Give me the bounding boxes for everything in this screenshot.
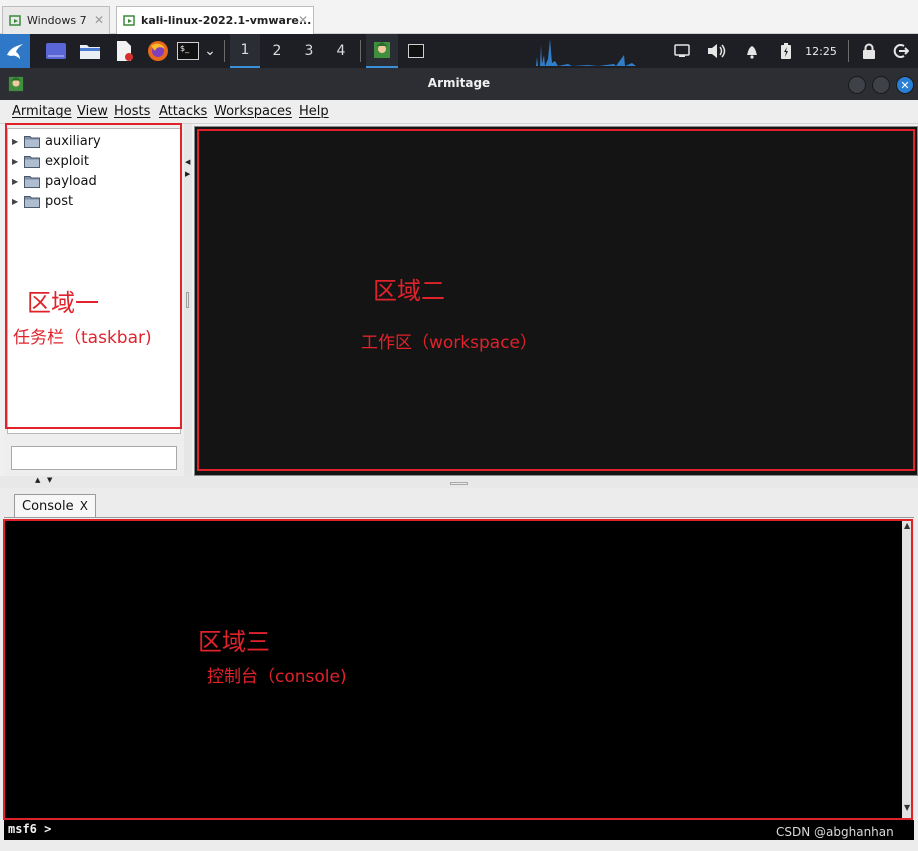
firefox-button[interactable] xyxy=(144,34,172,68)
logout-icon[interactable] xyxy=(890,34,912,68)
volume-icon[interactable] xyxy=(706,34,728,68)
chevron-down-icon[interactable]: ⌄ xyxy=(202,34,218,68)
workspace-4-button[interactable]: 4 xyxy=(326,34,356,68)
region2-subtitle: 工作区（workspace） xyxy=(361,333,538,353)
maximize-button[interactable] xyxy=(872,76,890,94)
taskbar-armitage-button[interactable] xyxy=(366,34,398,68)
region3-title: 区域三 xyxy=(198,628,270,656)
tab-console[interactable]: Console X xyxy=(14,494,96,518)
vm-icon xyxy=(123,14,135,26)
tab-divider xyxy=(4,517,914,518)
close-window-button[interactable]: ✕ xyxy=(896,76,914,94)
lock-screen-icon[interactable] xyxy=(858,34,880,68)
close-icon[interactable]: ✕ xyxy=(298,13,308,27)
panel-separator xyxy=(848,40,849,62)
console-prompt: msf6 > xyxy=(8,822,52,836)
region3-outline xyxy=(3,519,913,820)
screenshot-root: { "vmware": { "tabs": [ {"label": "Windo… xyxy=(0,0,918,851)
minimize-button[interactable] xyxy=(848,76,866,94)
menu-bar: Armitage View Hosts Attacks Workspaces H… xyxy=(0,100,918,124)
region2-outline xyxy=(197,129,915,471)
region3-subtitle: 控制台（console) xyxy=(207,667,347,687)
region2-title: 区域二 xyxy=(373,277,445,305)
splitter-grip[interactable] xyxy=(450,482,468,485)
close-icon: ✕ xyxy=(900,78,910,92)
kali-dragon-icon xyxy=(7,44,23,59)
vmware-tab-strip: Windows 7 ✕ kali-linux-2022.1-vmware... … xyxy=(0,0,918,34)
terminal-icon xyxy=(408,44,424,58)
region1-outline xyxy=(5,123,182,429)
panel-separator xyxy=(360,40,361,62)
notification-bell-icon[interactable] xyxy=(742,34,762,68)
module-search-input[interactable] xyxy=(11,446,177,470)
expand-right-arrow-icon[interactable]: ▶ xyxy=(185,170,190,178)
taskbar-terminal-button[interactable] xyxy=(402,34,430,68)
text-editor-icon xyxy=(117,41,133,61)
collapse-up-arrow-icon[interactable]: ▲ xyxy=(35,476,40,484)
workspace-3-button[interactable]: 3 xyxy=(294,34,324,68)
close-tab-icon[interactable]: X xyxy=(80,499,88,513)
battery-icon[interactable] xyxy=(776,34,796,68)
desktop-icon xyxy=(46,43,66,59)
menu-view[interactable]: View xyxy=(77,104,108,119)
close-icon[interactable]: ✕ xyxy=(94,13,104,27)
menu-armitage[interactable]: Armitage xyxy=(12,104,72,119)
watermark: CSDN @abghanhan xyxy=(776,825,894,839)
kali-panel: $_ ⌄ 1 2 3 4 12:25 xyxy=(0,34,918,68)
vm-tab-label: Windows 7 xyxy=(27,14,87,27)
vm-icon xyxy=(9,14,21,26)
region1-title: 区域一 xyxy=(27,289,99,317)
menu-hosts[interactable]: Hosts xyxy=(114,104,150,119)
file-manager-button[interactable] xyxy=(76,34,104,68)
firefox-icon xyxy=(148,41,168,61)
splitter-grip[interactable] xyxy=(186,292,189,308)
kali-menu-button[interactable] xyxy=(0,34,30,68)
vm-tab-windows7[interactable]: Windows 7 ✕ xyxy=(2,6,110,34)
text-editor-button[interactable] xyxy=(110,34,138,68)
terminal-button[interactable]: $_ xyxy=(176,34,200,68)
window-title: Armitage xyxy=(427,76,491,90)
menu-help[interactable]: Help xyxy=(299,104,329,119)
region1-subtitle: 任务栏（taskbar) xyxy=(13,328,152,348)
expand-down-arrow-icon[interactable]: ▼ xyxy=(47,476,52,484)
console-tab-label: Console xyxy=(22,499,74,514)
terminal-icon: $_ xyxy=(177,42,199,60)
workspace-1-button[interactable]: 1 xyxy=(230,34,260,68)
network-icon[interactable] xyxy=(672,34,692,68)
show-desktop-button[interactable] xyxy=(42,34,70,68)
menu-workspaces[interactable]: Workspaces xyxy=(214,104,292,119)
panel-separator xyxy=(224,40,225,62)
vm-tab-label: kali-linux-2022.1-vmware... xyxy=(141,14,312,27)
armitage-app-icon xyxy=(374,42,390,58)
horizontal-splitter[interactable]: ▲ ▼ xyxy=(0,476,918,488)
vertical-splitter[interactable]: ◀ ▶ xyxy=(184,124,192,476)
workspace-2-button[interactable]: 2 xyxy=(262,34,292,68)
folder-icon xyxy=(80,45,100,59)
menu-attacks[interactable]: Attacks xyxy=(159,104,207,119)
collapse-left-arrow-icon[interactable]: ◀ xyxy=(185,158,190,166)
window-titlebar: Armitage ✕ xyxy=(0,68,918,100)
panel-clock[interactable]: 12:25 xyxy=(800,34,842,68)
vm-tab-kali[interactable]: kali-linux-2022.1-vmware... ✕ xyxy=(116,6,314,34)
cpu-graph-widget xyxy=(528,39,662,66)
